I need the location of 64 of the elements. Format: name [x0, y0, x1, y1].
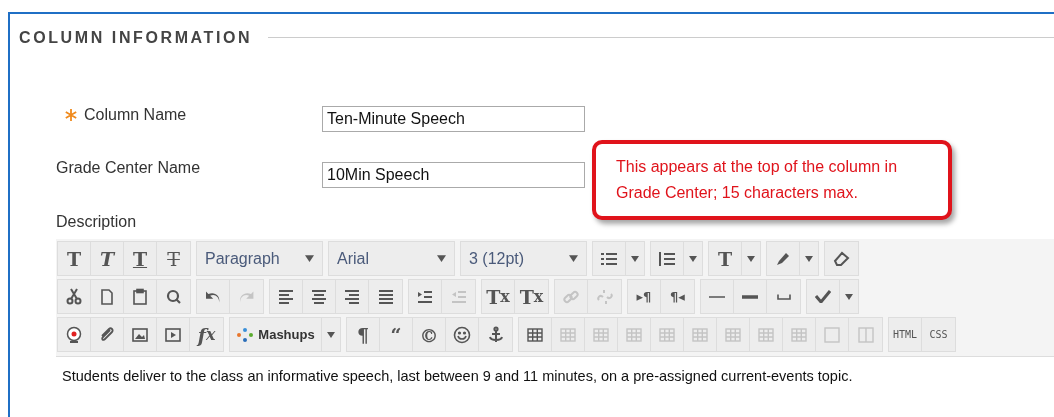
dropdown[interactable]: Paragraph — [196, 241, 323, 276]
callout: This appears at the top of the column in Grade Center; 15 characters max. — [592, 140, 952, 220]
align-center-button[interactable] — [303, 280, 336, 313]
image-button[interactable] — [124, 318, 157, 351]
dropdown-button[interactable] — [322, 318, 340, 351]
caret-icon — [845, 293, 853, 300]
right-to-left-button[interactable]: ¶◂ — [661, 280, 694, 313]
bold-button[interactable]: T — [58, 242, 91, 275]
align-left-button[interactable] — [270, 280, 303, 313]
field-label: Column Name — [84, 106, 187, 124]
film-button[interactable] — [157, 318, 190, 351]
caret-icon — [689, 255, 697, 262]
bullet-list-button[interactable] — [593, 242, 626, 275]
editor-text[interactable]: Students deliver to the class an informative speech, last between 9 and 11 minutes, on a pre-assigned current-events topic. — [56, 356, 1054, 417]
paragraph-mark-button[interactable]: ¶ — [347, 318, 380, 351]
field-label: Description — [56, 213, 137, 230]
css-button[interactable]: CSS — [922, 318, 955, 351]
marker-button[interactable] — [767, 242, 800, 275]
paperclip-button[interactable] — [91, 318, 124, 351]
anchor-button[interactable] — [479, 318, 512, 351]
dropdown-button[interactable] — [800, 242, 818, 275]
webcam-button[interactable] — [58, 318, 91, 351]
align-right-button[interactable] — [336, 280, 369, 313]
justify-button[interactable] — [369, 280, 402, 313]
dropdown-button[interactable] — [742, 242, 760, 275]
smiley-button[interactable] — [446, 318, 479, 351]
numbered-list-button[interactable] — [651, 242, 684, 275]
space-button[interactable] — [767, 280, 800, 313]
page-button[interactable] — [91, 280, 124, 313]
copyright-button[interactable]: © — [413, 318, 446, 351]
scissors-button[interactable] — [58, 280, 91, 313]
strikethrough-button[interactable]: T — [157, 242, 190, 275]
caret-icon — [631, 255, 639, 262]
text-field[interactable]: 10Min Speech — [322, 162, 585, 188]
caret-icon — [305, 255, 314, 262]
eraser-button[interactable] — [825, 242, 858, 275]
text-field[interactable]: Ten-Minute Speech — [322, 106, 585, 132]
dropdown[interactable]: Arial — [328, 241, 455, 276]
indent-button[interactable] — [409, 280, 442, 313]
dropdown-button[interactable] — [684, 242, 702, 275]
check-button[interactable] — [807, 280, 840, 313]
italic-button[interactable]: T — [91, 242, 124, 275]
caret-icon — [569, 255, 578, 262]
caret-icon — [747, 255, 755, 262]
caret-icon — [805, 255, 813, 262]
field-label: Grade Center Name — [56, 159, 201, 177]
text-color-button[interactable]: T — [709, 242, 742, 275]
underline-button[interactable]: T — [124, 242, 157, 275]
dropdown-button[interactable] — [626, 242, 644, 275]
section-title: COLUMN INFORMATION — [19, 28, 253, 47]
mashups-button[interactable]: Mashups — [230, 318, 322, 351]
left-to-right-button[interactable]: ▸¶ — [628, 280, 661, 313]
search-button[interactable] — [157, 280, 190, 313]
dropdown-button[interactable] — [840, 280, 858, 313]
line-button[interactable] — [701, 280, 734, 313]
undo-button[interactable] — [197, 280, 230, 313]
dropdown[interactable]: 3 (12pt) — [460, 241, 587, 276]
clipboard-button[interactable] — [124, 280, 157, 313]
caret-icon — [437, 255, 446, 262]
grid-button[interactable] — [519, 318, 552, 351]
html-button[interactable]: HTML — [889, 318, 922, 351]
quote-button[interactable]: “ — [380, 318, 413, 351]
caret-icon — [327, 331, 335, 338]
thick-line-button[interactable] — [734, 280, 767, 313]
